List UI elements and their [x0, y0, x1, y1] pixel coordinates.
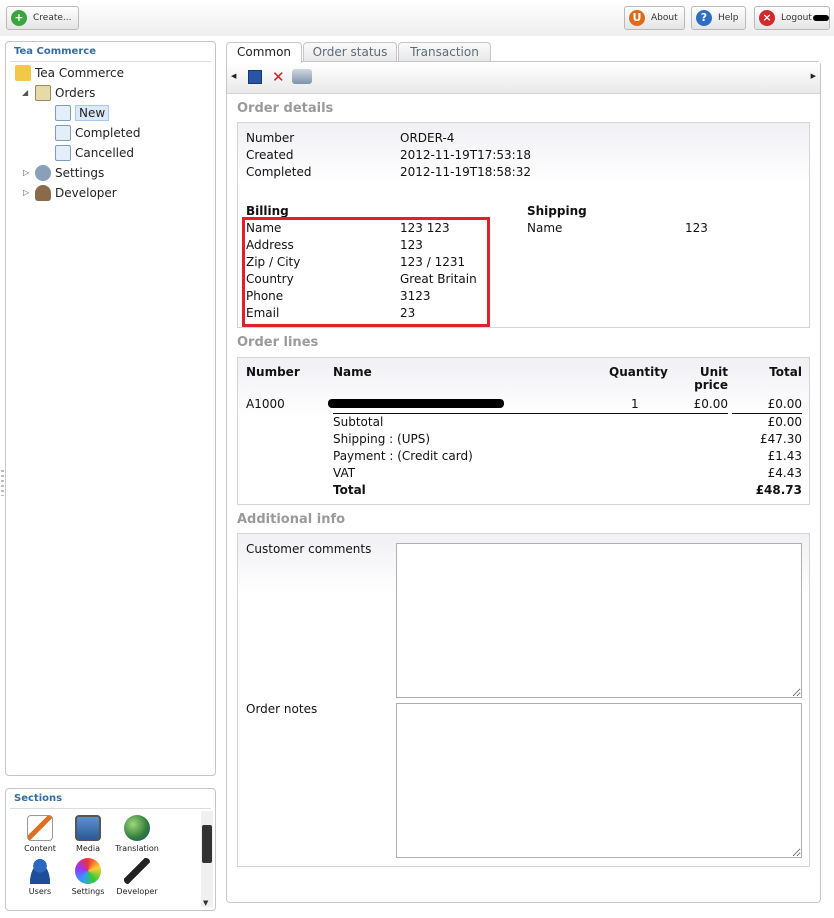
toolbar: ◀ ✕ ▶ — [227, 62, 820, 94]
billing-highlight-box — [242, 217, 490, 327]
umbraco-icon: U — [629, 10, 645, 26]
summary-divider — [333, 413, 728, 414]
section-content[interactable]: Content — [18, 815, 62, 853]
number-value: ORDER-4 — [400, 131, 455, 145]
help-icon: ? — [696, 10, 712, 26]
section-developer[interactable]: Developer — [115, 858, 159, 896]
order-notes-label: Order notes — [246, 702, 318, 716]
document-icon — [55, 144, 71, 161]
billing-heading: Billing — [246, 204, 289, 218]
shipping-cost-label: Shipping : (UPS) — [333, 432, 431, 446]
globe-icon — [124, 815, 150, 841]
create-button[interactable]: + Create... — [6, 6, 79, 30]
tree-node-orders[interactable]: Orders — [35, 84, 95, 102]
logout-button[interactable]: × Logout — [754, 6, 830, 30]
media-icon — [75, 815, 101, 841]
subtotal-value: £0.00 — [767, 415, 802, 429]
created-label: Created — [246, 148, 294, 162]
gears-icon — [35, 164, 51, 181]
line-number: A1000 — [246, 397, 285, 411]
redacted-product-name — [328, 399, 504, 408]
tree-node-new[interactable]: New — [55, 104, 110, 122]
customer-comments-label: Customer comments — [246, 542, 372, 556]
clipboard-icon — [35, 84, 51, 101]
pencil-icon — [27, 815, 53, 841]
tree-node-completed[interactable]: Completed — [55, 124, 140, 142]
section-settings[interactable]: Settings — [66, 858, 110, 896]
completed-label: Completed — [246, 165, 312, 179]
expanded-arrow-icon[interactable]: ◢ — [22, 88, 28, 97]
customer-comments-textarea[interactable] — [396, 543, 802, 698]
sections-title: Sections — [14, 793, 63, 804]
tree-node-cancelled[interactable]: Cancelled — [55, 144, 134, 162]
tab-transaction[interactable]: Transaction — [398, 42, 491, 62]
divider — [10, 61, 211, 62]
line-quantity: 1 — [631, 397, 639, 411]
collapsed-arrow-icon[interactable]: ▷ — [23, 168, 29, 177]
tab-common[interactable]: Common — [226, 42, 302, 63]
save-icon[interactable] — [248, 70, 262, 84]
shipping-name-value: 123 — [685, 221, 708, 235]
additional-info-heading: Additional info — [237, 512, 346, 527]
delete-icon[interactable]: ✕ — [272, 68, 285, 86]
col-number-header: Number — [246, 365, 300, 379]
payment-cost-value: £1.43 — [767, 449, 802, 463]
tree-node-settings[interactable]: Settings — [35, 164, 104, 182]
scrollbar-thumb[interactable] — [202, 825, 212, 863]
vat-label: VAT — [333, 466, 356, 480]
folder-icon — [15, 64, 31, 81]
vat-value: £4.43 — [767, 466, 802, 480]
col-quantity-header: Quantity — [609, 365, 668, 379]
shipping-heading: Shipping — [527, 204, 587, 218]
subtotal-label: Subtotal — [333, 415, 384, 429]
section-users[interactable]: Users — [18, 858, 62, 896]
logout-icon: × — [759, 10, 775, 26]
completed-value: 2012-11-19T18:58:32 — [400, 165, 531, 179]
tab-order-status[interactable]: Order status — [303, 42, 397, 62]
order-notes-textarea[interactable] — [396, 703, 802, 858]
help-button[interactable]: ? Help — [691, 6, 746, 30]
document-icon — [55, 124, 71, 141]
plus-icon: + — [11, 10, 27, 26]
col-unit-price-header-1: Unit — [699, 365, 728, 379]
tree-node-tea-commerce[interactable]: Tea Commerce — [15, 64, 124, 82]
summary-divider-total — [732, 413, 802, 414]
magic-wand-icon — [124, 858, 150, 884]
top-bar: + Create... U About ? Help × Logout — [0, 0, 834, 36]
collapsed-arrow-icon[interactable]: ▷ — [23, 188, 29, 197]
col-unit-price-header-2: price — [694, 378, 728, 392]
total-value: £48.73 — [755, 483, 802, 497]
developer-icon — [35, 184, 51, 201]
shipping-cost-value: £47.30 — [760, 432, 802, 446]
color-wheel-icon — [75, 858, 101, 884]
created-value: 2012-11-19T17:53:18 — [400, 148, 531, 162]
print-icon[interactable] — [292, 69, 312, 84]
redaction-mark — [813, 15, 829, 21]
col-total-header: Total — [769, 365, 802, 379]
splitter-handle[interactable] — [1, 470, 4, 496]
tree-panel-title: Tea Commerce — [14, 46, 96, 57]
about-button[interactable]: U About — [624, 6, 685, 30]
line-total: £0.00 — [767, 397, 802, 411]
order-details-heading: Order details — [237, 101, 334, 116]
section-translation[interactable]: Translation — [115, 815, 159, 853]
shipping-name-label: Name — [527, 221, 563, 235]
line-unit-price: £0.00 — [693, 397, 728, 411]
divider — [10, 808, 211, 809]
scroll-down-icon[interactable]: ▼ — [203, 899, 208, 907]
document-icon — [55, 104, 71, 121]
order-lines-heading: Order lines — [237, 335, 319, 350]
scroll-right-icon[interactable]: ▶ — [811, 72, 816, 80]
user-icon — [27, 858, 53, 884]
tree-node-developer[interactable]: Developer — [35, 184, 117, 202]
sections-scrollbar[interactable]: ▼ — [201, 811, 213, 907]
scroll-left-icon[interactable]: ◀ — [231, 72, 236, 80]
payment-cost-label: Payment : (Credit card) — [333, 449, 473, 463]
section-media[interactable]: Media — [66, 815, 110, 853]
col-name-header: Name — [333, 365, 372, 379]
number-label: Number — [246, 131, 295, 145]
total-label: Total — [333, 483, 366, 497]
